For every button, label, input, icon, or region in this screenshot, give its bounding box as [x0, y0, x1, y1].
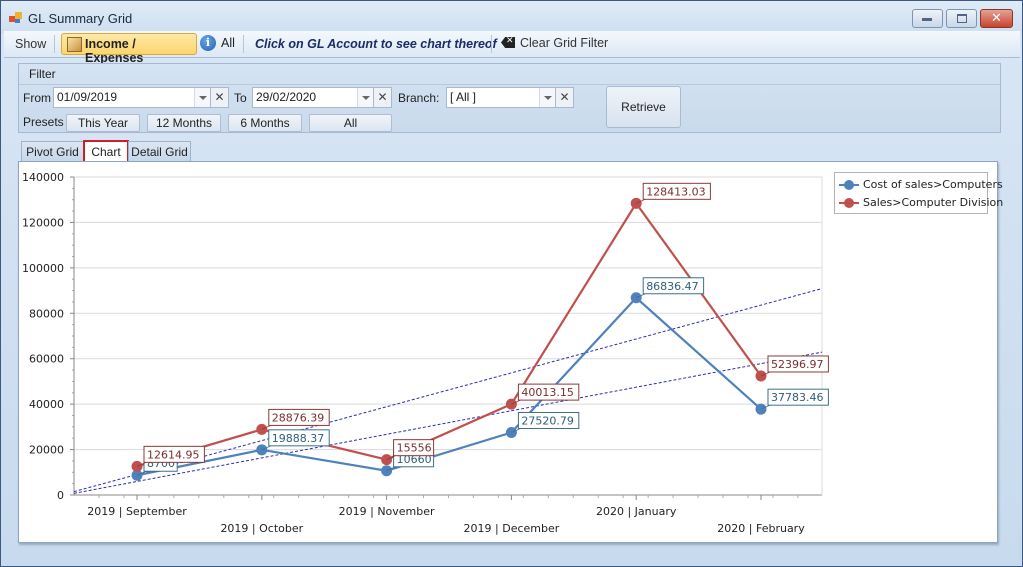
tab-pivot-grid[interactable]: Pivot Grid: [21, 141, 84, 162]
x-tick-label: 2019 | October: [220, 522, 303, 535]
clear-filter-icon: [501, 37, 515, 48]
from-date-value: 01/09/2019: [57, 90, 118, 104]
trendline-0: [73, 351, 823, 494]
y-tick-label: 60000: [29, 353, 64, 366]
close-icon: ✕: [214, 90, 225, 104]
all-label: All: [221, 36, 235, 50]
clear-from-date-button[interactable]: ✕: [210, 87, 229, 108]
data-point[interactable]: [256, 444, 268, 456]
data-label: 52396.97: [771, 358, 824, 371]
close-icon: ✕: [559, 90, 570, 104]
preset-this-year-button[interactable]: This Year: [66, 114, 140, 132]
close-icon: ✕: [991, 10, 1002, 25]
legend-marker-icon: [844, 180, 854, 190]
preset-12-months-button[interactable]: 12 Months: [147, 114, 221, 132]
minimize-icon: [922, 18, 932, 21]
filter-header: Filter: [19, 64, 1000, 85]
app-window: GL Summary Grid ✕ Show Income / Expenses…: [0, 0, 1023, 567]
legend-marker-icon: [844, 198, 854, 208]
from-label: From: [23, 91, 51, 105]
minimize-button[interactable]: [912, 9, 943, 28]
to-label: To: [234, 91, 247, 105]
maximize-button[interactable]: [946, 9, 977, 28]
data-label: 86836.47: [646, 280, 699, 293]
y-tick-label: 40000: [29, 398, 64, 411]
x-tick-label: 2019 | September: [87, 505, 187, 518]
tab-detail-grid[interactable]: Detail Grid: [128, 141, 191, 162]
window-title: GL Summary Grid: [28, 11, 133, 26]
presets-label: Presets: [23, 115, 64, 129]
title-bar[interactable]: GL Summary Grid ✕: [1, 1, 1022, 33]
close-button[interactable]: ✕: [980, 9, 1013, 28]
to-date-value: 29/02/2020: [256, 90, 317, 104]
chart-hint-text: Click on GL Account to see chart thereof: [255, 37, 497, 51]
to-date-input[interactable]: 29/02/2020: [252, 87, 374, 108]
x-tick-label: 2020 | January: [596, 505, 677, 518]
chevron-down-icon[interactable]: [194, 88, 210, 107]
series-line-1: [136, 201, 762, 468]
y-tick-label: 100000: [22, 262, 64, 275]
clear-to-date-button[interactable]: ✕: [373, 87, 392, 108]
line-chart[interactable]: 0 20000 40000 60000 80000 100000 120000 140000 2…: [19, 162, 997, 542]
y-tick-label: 0: [57, 489, 64, 502]
legend-label: Cost of sales>Computers: [863, 178, 1003, 191]
close-icon: ✕: [377, 90, 388, 104]
chevron-down-icon[interactable]: [357, 88, 373, 107]
data-label: 15556: [397, 442, 432, 455]
toolbar: Show Income / Expenses i All Click on GL…: [4, 31, 1020, 65]
toolbar-separator: [491, 35, 492, 53]
y-tick-label: 120000: [22, 216, 64, 229]
app-icon: [9, 12, 23, 24]
filter-title: Filter: [29, 67, 56, 81]
x-tick-label: 2019 | December: [464, 522, 560, 535]
clear-grid-filter-label: Clear Grid Filter: [520, 36, 609, 50]
info-icon: i: [200, 35, 216, 51]
y-tick-label: 20000: [29, 444, 64, 457]
data-label: 37783.46: [771, 391, 824, 404]
toolbar-separator: [54, 35, 55, 53]
preset-all-button[interactable]: All: [309, 114, 392, 132]
chart-panel: 0 20000 40000 60000 80000 100000 120000 140000 2…: [18, 161, 1003, 543]
y-tick-label: 80000: [29, 307, 64, 320]
income-expenses-button[interactable]: Income / Expenses: [61, 33, 197, 65]
ledger-icon: [67, 37, 82, 52]
y-tick-label: 140000: [22, 171, 64, 184]
legend-label: Sales>Computer Division: [863, 196, 1004, 209]
chevron-down-icon[interactable]: [539, 88, 555, 107]
clear-branch-button[interactable]: ✕: [555, 87, 574, 108]
data-label: 19888.37: [272, 432, 325, 445]
branch-select[interactable]: [ All ]: [446, 87, 556, 108]
chart-legend: Cost of sales>Computers Sales>Computer D…: [834, 172, 1003, 214]
retrieve-button[interactable]: Retrieve: [606, 86, 681, 128]
x-tick-label: 2019 | November: [339, 505, 435, 518]
data-label: 27520.79: [521, 414, 574, 427]
from-date-input[interactable]: 01/09/2019: [53, 87, 211, 108]
data-label: 128413.03: [646, 185, 706, 198]
x-tick-label: 2020 | February: [717, 522, 805, 535]
branch-value: [ All ]: [450, 90, 477, 104]
preset-6-months-button[interactable]: 6 Months: [228, 114, 302, 132]
show-label: Show: [15, 37, 47, 51]
branch-label: Branch:: [398, 91, 440, 105]
data-label: 40013.15: [521, 386, 574, 399]
maximize-icon: [957, 14, 967, 23]
data-label: 28876.39: [272, 411, 325, 424]
income-expenses-label: Income / Expenses: [85, 37, 144, 65]
toolbar-separator: [243, 35, 244, 53]
data-label: 12614.95: [147, 448, 200, 461]
data-point[interactable]: [256, 423, 268, 435]
